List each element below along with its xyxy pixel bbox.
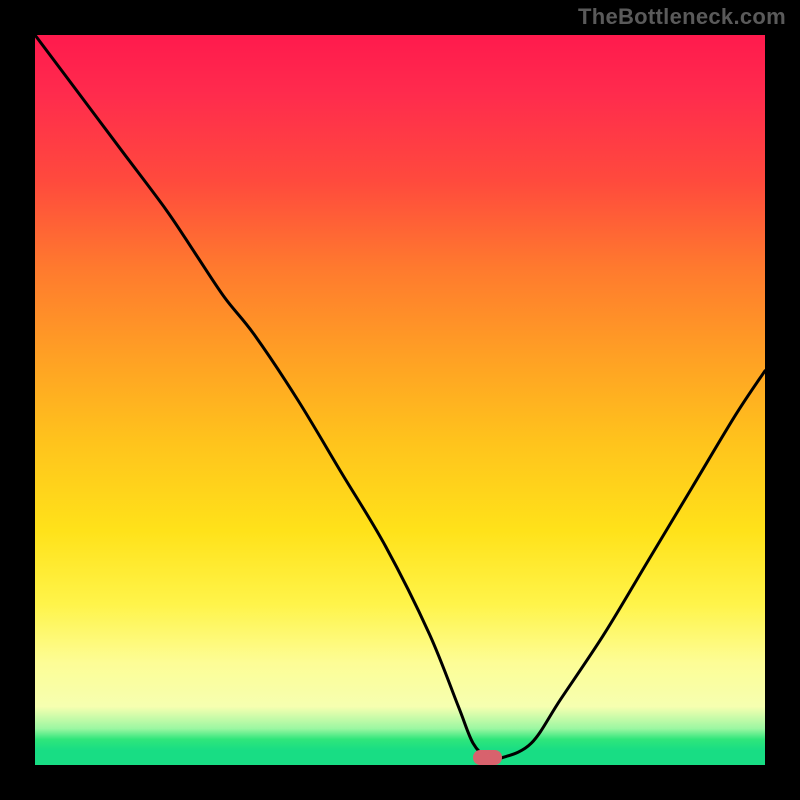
watermark-text: TheBottleneck.com [578,4,786,30]
bottleneck-curve [35,35,765,765]
curve-path [35,35,765,760]
minimum-marker [473,750,502,765]
chart-frame: TheBottleneck.com [0,0,800,800]
